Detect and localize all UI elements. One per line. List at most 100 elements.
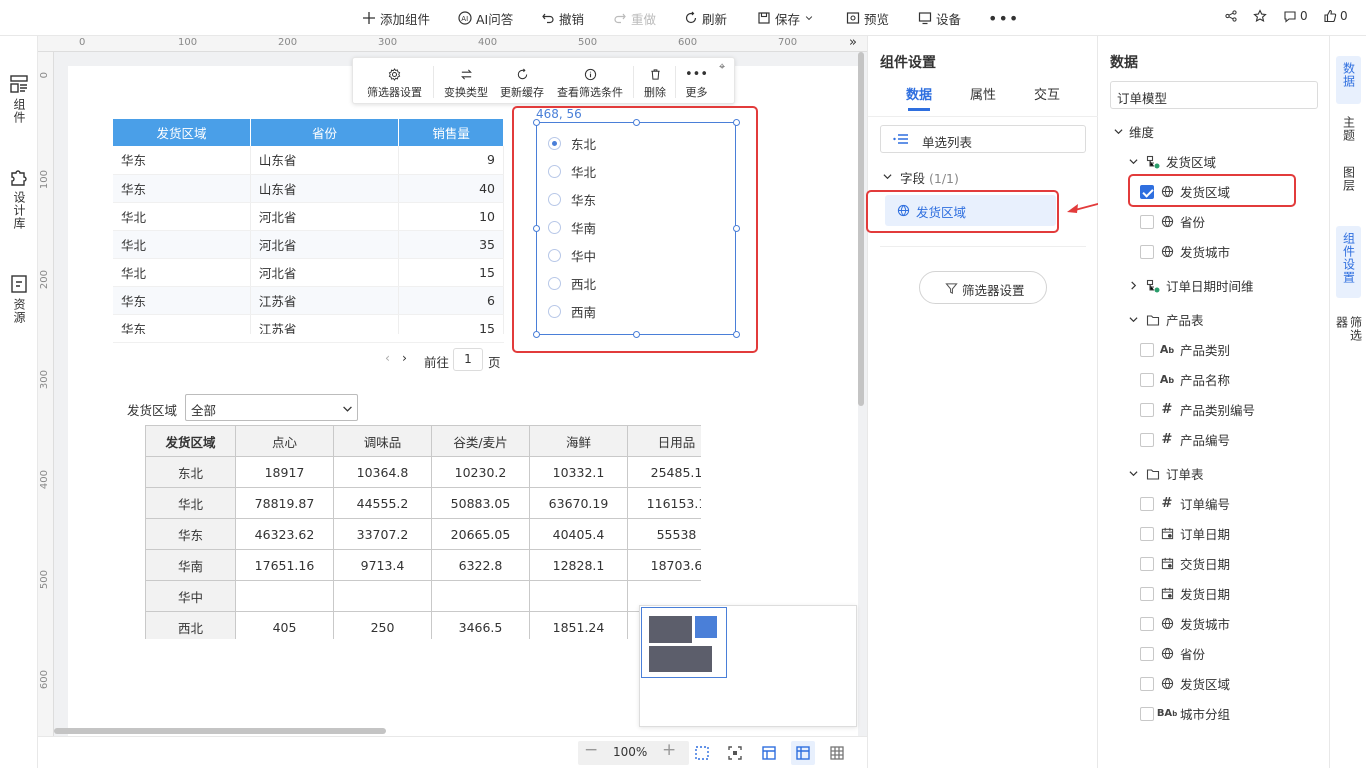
field-checkbox[interactable] <box>1140 556 1154 571</box>
refresh-button[interactable]: 刷新 <box>684 9 727 27</box>
resize-handle[interactable] <box>533 119 540 126</box>
tree-item[interactable]: 发货日期 <box>1140 584 1230 603</box>
table-grid-icon[interactable] <box>829 745 845 761</box>
filter-settings-button[interactable]: 筛选器设置 <box>367 68 422 100</box>
table-row[interactable]: 西北 405 250 3466.5 1851.24 <box>145 611 701 639</box>
radio-button[interactable] <box>548 277 561 290</box>
field-checkbox[interactable] <box>1140 402 1154 417</box>
field-chip[interactable]: 发货区域 <box>885 195 1056 226</box>
tree-item[interactable]: 省份 <box>1140 644 1205 663</box>
resize-handle[interactable] <box>633 119 640 126</box>
comments-button[interactable]: 0 <box>1283 9 1308 23</box>
radio-option[interactable]: 华东 <box>548 190 596 209</box>
table-row[interactable]: 华东 46323.62 33707.2 20665.05 40405.4 55538 <box>145 518 701 550</box>
radio-option[interactable]: 西北 <box>548 274 596 293</box>
page-number-input[interactable]: 1 <box>453 348 483 371</box>
field-checkbox[interactable] <box>1140 676 1154 691</box>
resize-handle[interactable] <box>733 225 740 232</box>
more-menu-button[interactable]: ••• <box>988 9 1019 28</box>
rail-item[interactable]: 图层 <box>1336 160 1361 200</box>
radio-button[interactable] <box>548 137 561 150</box>
tree-item[interactable]: 订单日期 <box>1140 524 1230 543</box>
table-row[interactable]: 华北 河北省 35 <box>113 230 504 259</box>
tree-item[interactable]: 发货城市 <box>1140 614 1230 633</box>
field-checkbox[interactable] <box>1140 342 1154 357</box>
view-filter-conditions-button[interactable]: 查看筛选条件 <box>557 68 623 100</box>
tree-group[interactable]: 发货区域 <box>1126 152 1216 171</box>
sales-detail-table[interactable]: 发货区域 省份 销售量 华东 山东省 9 华东 山东省 40 华北 河北省 10 华北 河北省 35 华… <box>113 119 504 343</box>
tree-item[interactable]: Ab 产品名称 <box>1140 370 1230 389</box>
radio-option[interactable]: 东北 <box>548 134 596 153</box>
table-row[interactable]: 华东 江苏省 6 <box>113 286 504 315</box>
radio-button[interactable] <box>548 249 561 262</box>
field-checkbox[interactable] <box>1140 432 1154 447</box>
tree-item[interactable]: 交货日期 <box>1140 554 1230 573</box>
resize-handle[interactable] <box>733 331 740 338</box>
redo-button[interactable]: 重做 <box>613 9 656 27</box>
field-checkbox[interactable] <box>1140 244 1154 259</box>
tree-item[interactable]: # 产品类别编号 <box>1140 400 1255 419</box>
tab-interaction[interactable]: 交互 <box>1034 84 1060 103</box>
field-checkbox[interactable] <box>1140 706 1154 721</box>
tab-properties[interactable]: 属性 <box>970 84 996 103</box>
device-button[interactable]: 设备 <box>918 9 961 27</box>
table-row[interactable]: 华北 河北省 10 <box>113 202 504 231</box>
favorite-button[interactable] <box>1253 9 1267 23</box>
radio-option[interactable]: 华中 <box>548 246 596 265</box>
ai-qa-button[interactable]: AI AI问答 <box>458 9 513 27</box>
more-button[interactable]: ••• 更多 <box>685 68 708 100</box>
field-checkbox[interactable] <box>1140 526 1154 541</box>
field-checkbox[interactable] <box>1140 214 1154 229</box>
sidebar-item-resources[interactable]: 资源 <box>0 274 38 324</box>
field-checkbox[interactable] <box>1140 646 1154 661</box>
component-type-select[interactable]: 单选列表 <box>880 125 1086 153</box>
radio-button[interactable] <box>548 193 561 206</box>
undo-button[interactable]: 撤销 <box>541 9 584 27</box>
table-row[interactable]: 华北 河北省 15 <box>113 258 504 287</box>
tree-group[interactable]: 订单日期时间维 <box>1126 276 1254 295</box>
layout-icon[interactable] <box>761 745 777 761</box>
region-select[interactable]: 全部 <box>185 394 358 421</box>
vertical-scrollbar[interactable] <box>858 52 864 406</box>
radio-option[interactable]: 华南 <box>548 218 596 237</box>
update-cache-button[interactable]: 更新缓存 <box>500 68 544 100</box>
delete-button[interactable]: 删除 <box>644 68 666 100</box>
fit-screen-icon[interactable] <box>727 745 743 761</box>
chevron-down-icon[interactable] <box>1126 313 1140 327</box>
data-model-select[interactable]: 订单模型 <box>1110 81 1318 109</box>
prev-page-icon[interactable]: ‹ <box>385 350 390 365</box>
table-row[interactable]: 东北 18917 10364.8 10230.2 10332.1 25485.1 <box>145 456 701 488</box>
field-checkbox[interactable] <box>1140 496 1154 511</box>
tree-item[interactable]: BAb 城市分组 <box>1140 704 1230 723</box>
chevrons-right-icon[interactable]: » <box>849 35 857 50</box>
tree-item[interactable]: 发货区域 <box>1140 674 1230 693</box>
field-checkbox[interactable] <box>1140 372 1154 387</box>
grid-view-icon[interactable] <box>795 745 811 761</box>
rail-item[interactable]: 主题 <box>1336 110 1361 150</box>
tree-item[interactable]: Ab 产品类别 <box>1140 340 1230 359</box>
table-row[interactable]: 华东 山东省 9 <box>113 146 504 175</box>
rail-item[interactable]: 筛选器 <box>1335 310 1363 358</box>
zoom-out-icon[interactable]: − <box>584 740 598 760</box>
resize-handle[interactable] <box>633 331 640 338</box>
horizontal-scrollbar[interactable] <box>54 728 386 734</box>
table-row[interactable]: 华南 17651.16 9713.4 6322.8 12828.1 18703.6 <box>145 549 701 581</box>
tree-group[interactable]: 产品表 <box>1126 310 1204 329</box>
tab-data[interactable]: 数据 <box>906 84 932 103</box>
pin-icon[interactable]: ⌖ <box>719 60 725 74</box>
switch-type-button[interactable]: 变换类型 <box>444 68 488 100</box>
table-row[interactable]: 华中 <box>145 580 701 612</box>
resize-handle[interactable] <box>733 119 740 126</box>
radio-button[interactable] <box>548 305 561 318</box>
field-checkbox[interactable] <box>1140 616 1154 631</box>
tree-group[interactable]: 订单表 <box>1126 464 1204 483</box>
rail-item[interactable]: 组件设置 <box>1336 226 1361 298</box>
select-area-icon[interactable] <box>694 745 710 761</box>
chevron-right-icon[interactable] <box>1126 279 1140 293</box>
add-component-button[interactable]: 添加组件 <box>362 9 430 27</box>
sidebar-item-design-library[interactable]: 设计库 <box>0 167 38 230</box>
crosstab-table[interactable]: 发货区域 点心 调味品 谷类/麦片 海鲜 日用品 东北 18917 10364.8 10230.… <box>145 425 701 639</box>
next-page-icon[interactable]: › <box>402 350 407 365</box>
filter-settings-panel-button[interactable]: 筛选器设置 <box>919 271 1047 304</box>
preview-button[interactable]: 预览 <box>846 9 889 27</box>
